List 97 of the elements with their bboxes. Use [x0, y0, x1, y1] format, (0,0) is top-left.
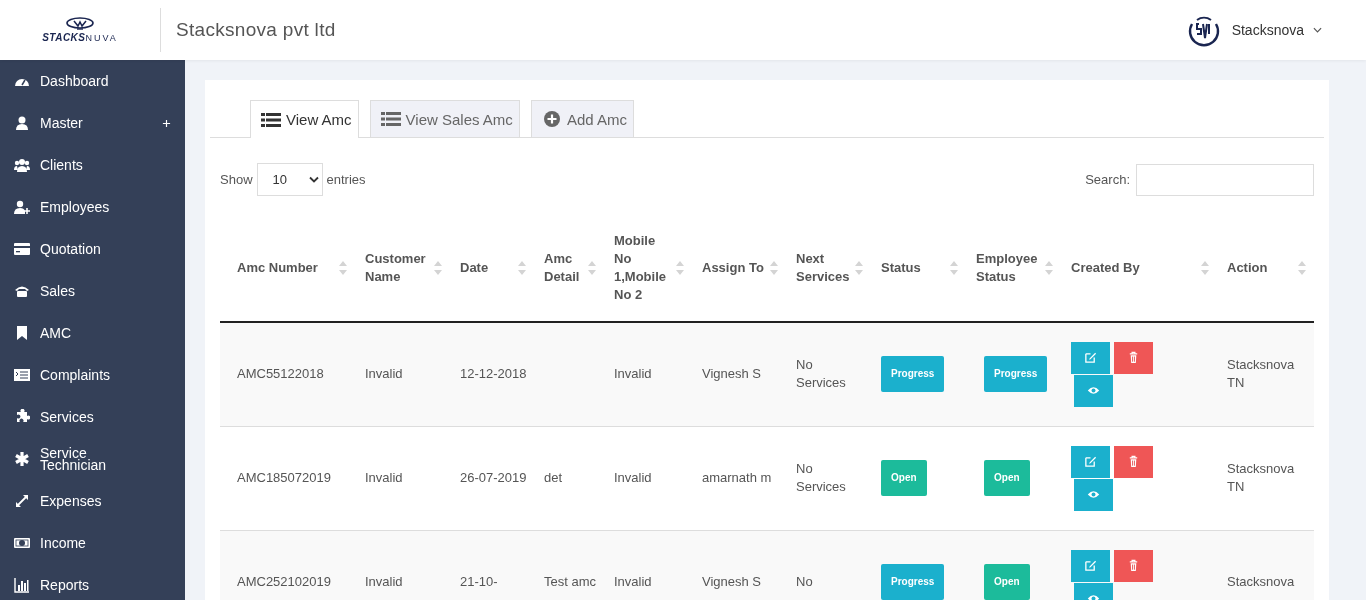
list-icon: [380, 111, 401, 127]
bar-chart-icon: [14, 577, 30, 593]
logo-text: STACKS: [42, 32, 86, 43]
sort-icon: [676, 260, 684, 275]
table-cell: amarnath m: [692, 426, 786, 530]
table-cell: Vignesh S: [692, 322, 786, 426]
sort-icon: [339, 260, 347, 275]
table-cell: 21-10-: [450, 530, 534, 600]
sort-icon: [518, 260, 526, 275]
sidebar-item[interactable]: Complaints: [0, 354, 185, 396]
sidebar-item[interactable]: Employees: [0, 186, 185, 228]
table-cell: 12-12-2018: [450, 322, 534, 426]
status-badge: Progress: [984, 356, 1048, 393]
status-badge: Progress: [881, 564, 945, 600]
add-user-icon: [14, 199, 30, 215]
edit-button[interactable]: [1071, 445, 1110, 478]
sidebar-item[interactable]: Sales: [0, 270, 185, 312]
table-cell: Invalid: [355, 426, 450, 530]
list-icon: [261, 111, 281, 128]
eye-icon: [1087, 488, 1100, 501]
table-cell: Invalid: [355, 322, 450, 426]
sidebar-item[interactable]: Quotation: [0, 228, 185, 270]
sort-icon: [950, 260, 958, 275]
status-badge: Open: [984, 460, 1030, 496]
sort-icon: [1201, 260, 1209, 275]
edit-icon: [1084, 351, 1097, 365]
plus-circle-icon: [541, 111, 562, 127]
sort-icon: [1298, 260, 1306, 275]
company-name: Stacksnova pvt ltd: [176, 19, 336, 41]
sidebar-item[interactable]: Income: [0, 522, 185, 564]
status-badge: Open: [984, 564, 1030, 600]
table-cell: Test amc: [534, 530, 604, 600]
table-cell: Stacksnova TN: [1217, 322, 1314, 426]
tab[interactable]: Add Amc: [530, 100, 634, 137]
trash-icon: [1127, 351, 1140, 365]
sort-icon: [855, 260, 863, 275]
entries-label: entries: [326, 172, 366, 187]
sidebar-item[interactable]: Clients: [0, 144, 185, 186]
table-cell: AMC252102019: [220, 530, 355, 600]
view-button[interactable]: [1074, 374, 1113, 407]
table-cell: det: [534, 426, 604, 530]
search-label: Search:: [1085, 172, 1130, 187]
edit-button[interactable]: [1071, 549, 1110, 582]
table-cell: No Services: [786, 426, 871, 530]
user-menu[interactable]: Stacksnova: [1231, 22, 1304, 38]
credit-card-icon: [14, 241, 30, 257]
sort-icon: [1045, 260, 1053, 275]
sidebar-item[interactable]: Master: [0, 102, 185, 144]
sidebar-item[interactable]: Reports: [0, 564, 185, 600]
sort-icon: [770, 260, 778, 275]
edit-button[interactable]: [1071, 341, 1110, 374]
table-cell: Stacksnova TN: [1217, 426, 1314, 530]
logo-text: NUVA: [85, 33, 118, 43]
trash-icon: [1127, 559, 1140, 572]
table-cell: AMC185072019: [220, 426, 355, 530]
bookmark-icon: [14, 325, 30, 341]
sort-icon: [588, 260, 596, 275]
tab[interactable]: View Sales Amc: [369, 100, 520, 137]
table-cell: Invalid: [604, 426, 692, 530]
sidebar-item[interactable]: Dashboard: [0, 60, 185, 102]
entries-select[interactable]: 10: [256, 163, 323, 196]
edit-icon: [1084, 455, 1097, 468]
show-label: Show: [220, 172, 253, 187]
delete-button[interactable]: [1114, 445, 1153, 478]
caret-icon[interactable]: [1313, 27, 1322, 33]
sort-icon: [434, 260, 442, 275]
edit-icon: [1084, 559, 1097, 572]
list-icon: [14, 367, 30, 383]
logo-emblem-icon: [65, 17, 95, 31]
sidebar-item[interactable]: Expenses: [0, 480, 185, 522]
table-cell: Vignesh S: [692, 530, 786, 600]
table-cell: Invalid: [355, 530, 450, 600]
status-badge: Progress: [881, 356, 945, 393]
search-field[interactable]: [1136, 163, 1314, 196]
sidebar-item[interactable]: Service Technician: [0, 438, 185, 480]
trash-icon: [1127, 455, 1140, 468]
status-badge: Open: [881, 460, 927, 496]
table-cell: Stacksnova: [1217, 530, 1314, 600]
puzzle-piece-icon: [14, 409, 30, 425]
tab[interactable]: View Amc: [250, 100, 359, 138]
table-cell: No Services: [786, 322, 871, 426]
asterisk-icon: [14, 451, 30, 467]
delete-button[interactable]: [1114, 549, 1153, 582]
table-cell: Invalid: [604, 530, 692, 600]
banknote-icon: [14, 535, 30, 551]
table-cell: No: [786, 530, 871, 600]
table-cell: 26-07-2019: [450, 426, 534, 530]
chevron-down-icon: [308, 176, 319, 183]
table-cell: Invalid: [604, 322, 692, 426]
users-icon: [14, 157, 30, 173]
delete-button[interactable]: [1114, 341, 1153, 374]
sidebar-item[interactable]: AMC: [0, 312, 185, 354]
diagonal-arrows-icon: [14, 493, 30, 509]
view-button[interactable]: [1074, 478, 1113, 511]
table-cell: AMC55122018: [220, 322, 355, 426]
user-icon: [14, 115, 30, 131]
sidebar-item[interactable]: Services: [0, 396, 185, 438]
